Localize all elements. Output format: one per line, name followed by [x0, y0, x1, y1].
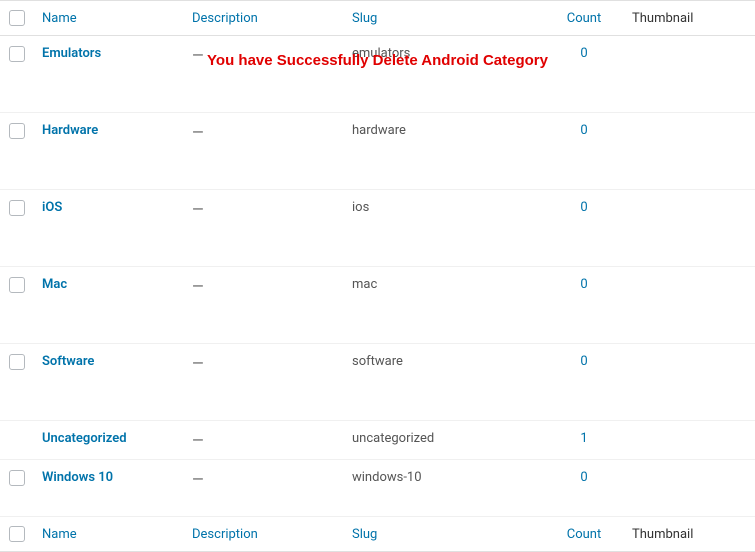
table-row: Uncategorized — uncategorized 1: [0, 421, 755, 460]
table-body: Emulators—emulators0Hardware—hardware0iO…: [0, 36, 755, 517]
table-header: Name Description Slug Count Thumbnail: [0, 1, 755, 36]
header-description[interactable]: Description: [184, 1, 344, 36]
footer-description[interactable]: Description: [184, 517, 344, 552]
category-count-link[interactable]: 0: [580, 470, 587, 485]
category-description: —: [192, 200, 204, 218]
row-checkbox[interactable]: [9, 200, 25, 216]
category-thumbnail: [624, 460, 755, 517]
category-thumbnail: [624, 190, 755, 267]
category-count-link[interactable]: 0: [580, 46, 587, 61]
category-description: —: [192, 354, 204, 372]
header-name[interactable]: Name: [34, 1, 184, 36]
category-name-link[interactable]: Uncategorized: [42, 431, 127, 446]
table-footer: Name Description Slug Count Thumbnail: [0, 517, 755, 552]
table-row: iOS — ios 0: [0, 190, 755, 267]
category-name-link[interactable]: Software: [42, 354, 94, 369]
category-thumbnail: [624, 421, 755, 460]
category-name-link[interactable]: Emulators: [42, 46, 101, 61]
category-description: —: [192, 123, 204, 141]
category-count-link[interactable]: 0: [580, 277, 587, 292]
footer-slug[interactable]: Slug: [344, 517, 544, 552]
category-slug: windows-10: [352, 470, 422, 485]
category-slug: mac: [352, 277, 377, 292]
category-count-link[interactable]: 0: [580, 123, 587, 138]
table-row: Hardware — hardware 0: [0, 113, 755, 190]
category-name-link[interactable]: Mac: [42, 277, 67, 292]
row-checkbox[interactable]: [9, 277, 25, 293]
category-thumbnail: [624, 36, 755, 113]
category-name-link[interactable]: iOS: [42, 200, 62, 215]
table-row: Windows 10 — windows-10 0: [0, 460, 755, 517]
select-all-top[interactable]: [9, 10, 25, 26]
category-slug: hardware: [352, 123, 406, 138]
select-all-bottom[interactable]: [9, 526, 25, 542]
category-thumbnail: [624, 113, 755, 190]
row-checkbox[interactable]: [9, 123, 25, 139]
category-slug: uncategorized: [352, 431, 434, 446]
category-slug: software: [352, 354, 403, 369]
category-count-link[interactable]: 0: [580, 200, 587, 215]
table-row: Mac — mac 0: [0, 267, 755, 344]
row-checkbox[interactable]: [9, 46, 25, 62]
table-row: Software — software 0: [0, 344, 755, 421]
row-checkbox[interactable]: [9, 470, 25, 486]
header-count[interactable]: Count: [544, 1, 624, 36]
row-checkbox[interactable]: [9, 354, 25, 370]
category-count-link[interactable]: 1: [580, 431, 587, 446]
header-thumbnail: Thumbnail: [624, 1, 755, 36]
category-description: —: [192, 431, 204, 449]
footer-name[interactable]: Name: [34, 517, 184, 552]
category-thumbnail: [624, 344, 755, 421]
header-slug[interactable]: Slug: [344, 1, 544, 36]
footer-count[interactable]: Count: [544, 517, 624, 552]
category-slug: emulators: [352, 46, 410, 61]
category-slug: ios: [352, 200, 369, 215]
table-row: Emulators — emulators 0: [0, 36, 755, 113]
footer-thumbnail: Thumbnail: [624, 517, 755, 552]
category-description: —: [192, 470, 204, 488]
category-count-link[interactable]: 0: [580, 354, 587, 369]
category-table: Name Description Slug Count Thumbnail Em…: [0, 0, 755, 552]
category-description: —: [192, 46, 204, 64]
category-name-link[interactable]: Windows 10: [42, 470, 113, 485]
category-name-link[interactable]: Hardware: [42, 123, 98, 138]
category-description: —: [192, 277, 204, 295]
category-thumbnail: [624, 267, 755, 344]
